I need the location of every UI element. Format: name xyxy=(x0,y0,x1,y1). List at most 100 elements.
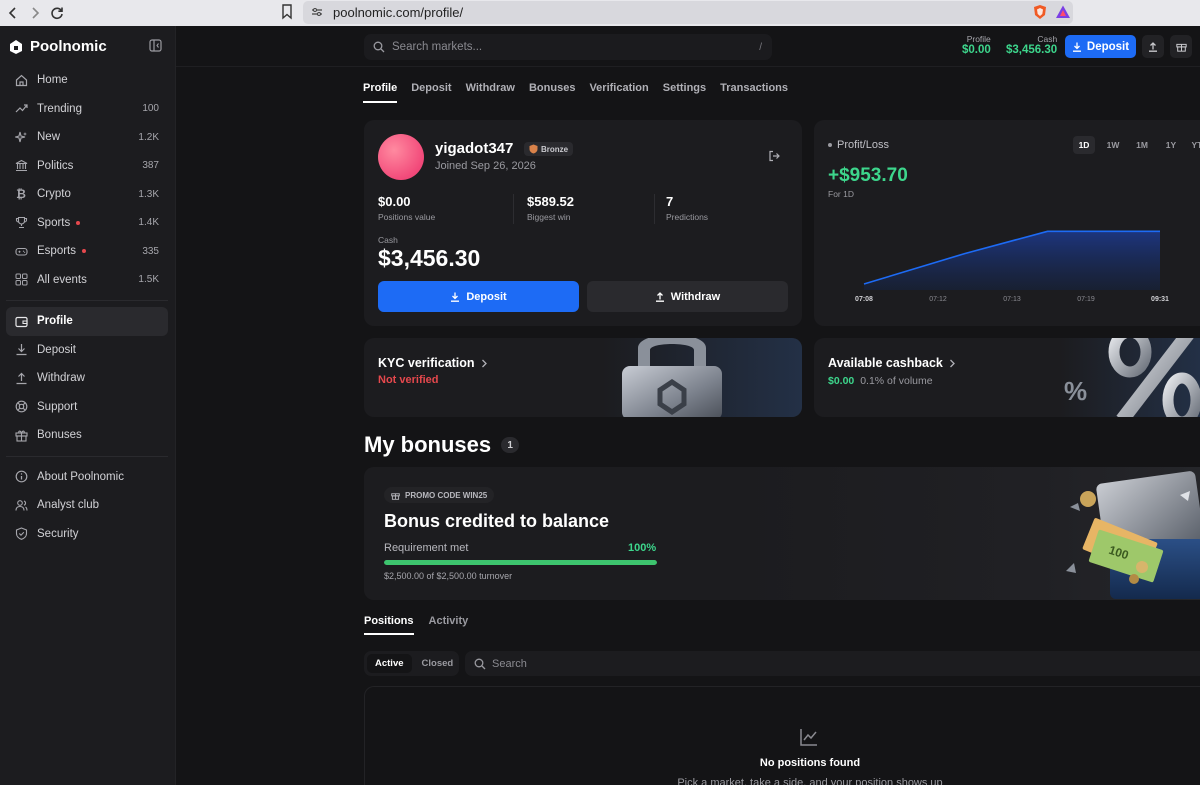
range-1y[interactable]: 1Y xyxy=(1160,136,1182,154)
sidebar-item-profile[interactable]: Profile xyxy=(6,307,168,336)
tab-verification[interactable]: Verification xyxy=(589,82,648,103)
cashback-title-label: Available cashback xyxy=(828,356,943,370)
chart-x-tick: 07:12 xyxy=(929,296,947,303)
search-shortcut: / xyxy=(759,41,762,53)
sidebar-item-new[interactable]: New 1.2K xyxy=(6,123,168,152)
upload-icon xyxy=(1149,41,1157,52)
download-icon xyxy=(1072,42,1081,52)
logout-icon[interactable] xyxy=(768,150,780,165)
profile-balance[interactable]: Profile $0.00 xyxy=(962,34,991,56)
brand-name: Poolnomic xyxy=(30,38,107,55)
bonuses-title: My bonuses xyxy=(364,432,492,457)
joined-date: Joined Sep 26, 2026 xyxy=(435,160,536,172)
url-bar[interactable]: poolnomic.com/profile/ xyxy=(303,1,1073,24)
filter-closed[interactable]: Closed xyxy=(414,654,462,673)
range-ytd[interactable]: YTD xyxy=(1189,136,1200,154)
sidebar-item-security[interactable]: Security xyxy=(6,520,168,549)
sidebar-item-label: Crypto xyxy=(37,188,71,201)
kyc-card[interactable]: KYC verification Not verified xyxy=(364,338,802,417)
sidebar-item-all-events[interactable]: All events 1.5K xyxy=(6,266,168,295)
search-icon xyxy=(474,658,486,669)
sidebar-item-count: 387 xyxy=(142,160,159,172)
cashback-card[interactable]: % Available cashback $0.00 0.1% of volum… xyxy=(814,338,1200,417)
sidebar-item-deposit[interactable]: Deposit xyxy=(6,336,168,365)
profile-card: yigadot347 Bronze Joined Sep 26, 2026 $0… xyxy=(364,120,802,326)
sidebar-item-withdraw[interactable]: Withdraw xyxy=(6,364,168,393)
back-icon[interactable] xyxy=(2,2,24,24)
sidebar-item-label: Esports xyxy=(37,245,76,258)
positions-filter-toggle: Active Closed xyxy=(364,651,459,676)
gamepad-icon xyxy=(14,244,28,258)
deposit-button[interactable]: Deposit xyxy=(378,281,579,312)
sidebar-item-support[interactable]: Support xyxy=(6,393,168,422)
search-input[interactable]: Search markets... / xyxy=(364,34,772,60)
avatar[interactable] xyxy=(378,134,424,180)
top-header: Search markets... / Profile $0.00 Cash $… xyxy=(176,26,1200,67)
kyc-title-label: KYC verification xyxy=(378,356,475,370)
divider xyxy=(6,455,168,457)
tab-activity[interactable]: Activity xyxy=(429,615,469,635)
gift-icon xyxy=(14,428,28,442)
rewards-icon[interactable] xyxy=(1055,4,1071,20)
download-icon xyxy=(451,292,460,302)
range-1d[interactable]: 1D xyxy=(1073,136,1095,154)
brand-logo[interactable]: Poolnomic xyxy=(8,38,107,55)
collapse-sidebar-icon[interactable] xyxy=(149,39,162,55)
filter-active[interactable]: Active xyxy=(367,654,412,673)
sidebar-item-about[interactable]: About Poolnomic xyxy=(6,463,168,492)
rank-label: Bronze xyxy=(541,144,569,154)
sidebar-item-count: 100 xyxy=(142,103,159,115)
sidebar-item-label: Profile xyxy=(37,315,73,328)
sidebar-item-home[interactable]: Home xyxy=(6,66,168,95)
shield-icon xyxy=(14,527,28,541)
header-deposit-button[interactable]: Deposit xyxy=(1065,35,1136,58)
tab-withdraw[interactable]: Withdraw xyxy=(466,82,515,103)
sidebar-item-count: 1.2K xyxy=(138,131,159,143)
tab-transactions[interactable]: Transactions xyxy=(720,82,788,103)
header-deposit-label: Deposit xyxy=(1086,40,1130,53)
reload-icon[interactable] xyxy=(46,2,68,24)
range-1w[interactable]: 1W xyxy=(1102,136,1124,154)
sidebar-item-label: Withdraw xyxy=(37,372,85,385)
sidebar-item-bonuses[interactable]: Bonuses xyxy=(6,421,168,450)
kyc-title: KYC verification xyxy=(378,356,488,370)
sidebar-item-sports[interactable]: Sports 1.4K xyxy=(6,209,168,238)
sidebar-item-esports[interactable]: Esports 335 xyxy=(6,237,168,266)
withdraw-button[interactable]: Withdraw xyxy=(587,281,788,312)
tab-positions[interactable]: Positions xyxy=(364,615,414,635)
download-icon xyxy=(14,343,28,357)
turnover-text: $2,500.00 of $2,500.00 turnover xyxy=(384,571,513,581)
sidebar-item-crypto[interactable]: ₿ Crypto 1.3K xyxy=(6,180,168,209)
divider xyxy=(6,300,168,301)
tab-bonuses[interactable]: Bonuses xyxy=(529,82,575,103)
brave-shield-icon[interactable] xyxy=(1032,4,1048,20)
sidebar-item-label: Politics xyxy=(37,159,74,172)
cash-balance[interactable]: Cash $3,456.30 xyxy=(1006,34,1057,56)
bookmark-icon[interactable] xyxy=(281,4,293,23)
sidebar-item-trending[interactable]: Trending 100 xyxy=(6,95,168,124)
stat-label: Predictions xyxy=(666,212,709,222)
stat-divider xyxy=(654,194,655,224)
tab-settings[interactable]: Settings xyxy=(663,82,706,103)
tab-deposit[interactable]: Deposit xyxy=(411,82,451,103)
range-tabs: 1D 1W 1M 1Y YTD xyxy=(1073,136,1200,154)
sidebar-item-politics[interactable]: Politics 387 xyxy=(6,152,168,181)
gift-icon xyxy=(1175,43,1187,52)
sidebar-item-analyst-club[interactable]: Analyst club xyxy=(6,491,168,520)
bullet-dot xyxy=(828,143,832,147)
stat-value: $0.00 xyxy=(378,194,411,209)
chart-x-tick: 07:08 xyxy=(855,296,873,303)
sidebar-item-count: 1.5K xyxy=(138,274,159,286)
upload-icon xyxy=(14,371,28,385)
forward-icon[interactable] xyxy=(24,2,46,24)
home-icon xyxy=(14,73,28,87)
tab-profile[interactable]: Profile xyxy=(363,82,398,103)
requirement-progress-bar xyxy=(384,560,657,565)
withdraw-icon-button[interactable] xyxy=(1142,35,1164,58)
withdraw-label: Withdraw xyxy=(670,290,721,303)
sparkle-icon xyxy=(14,130,28,144)
range-1m[interactable]: 1M xyxy=(1131,136,1153,154)
positions-search-input[interactable]: Search xyxy=(465,651,1200,676)
gift-icon-button[interactable] xyxy=(1170,35,1192,58)
site-settings-icon[interactable] xyxy=(311,5,323,20)
